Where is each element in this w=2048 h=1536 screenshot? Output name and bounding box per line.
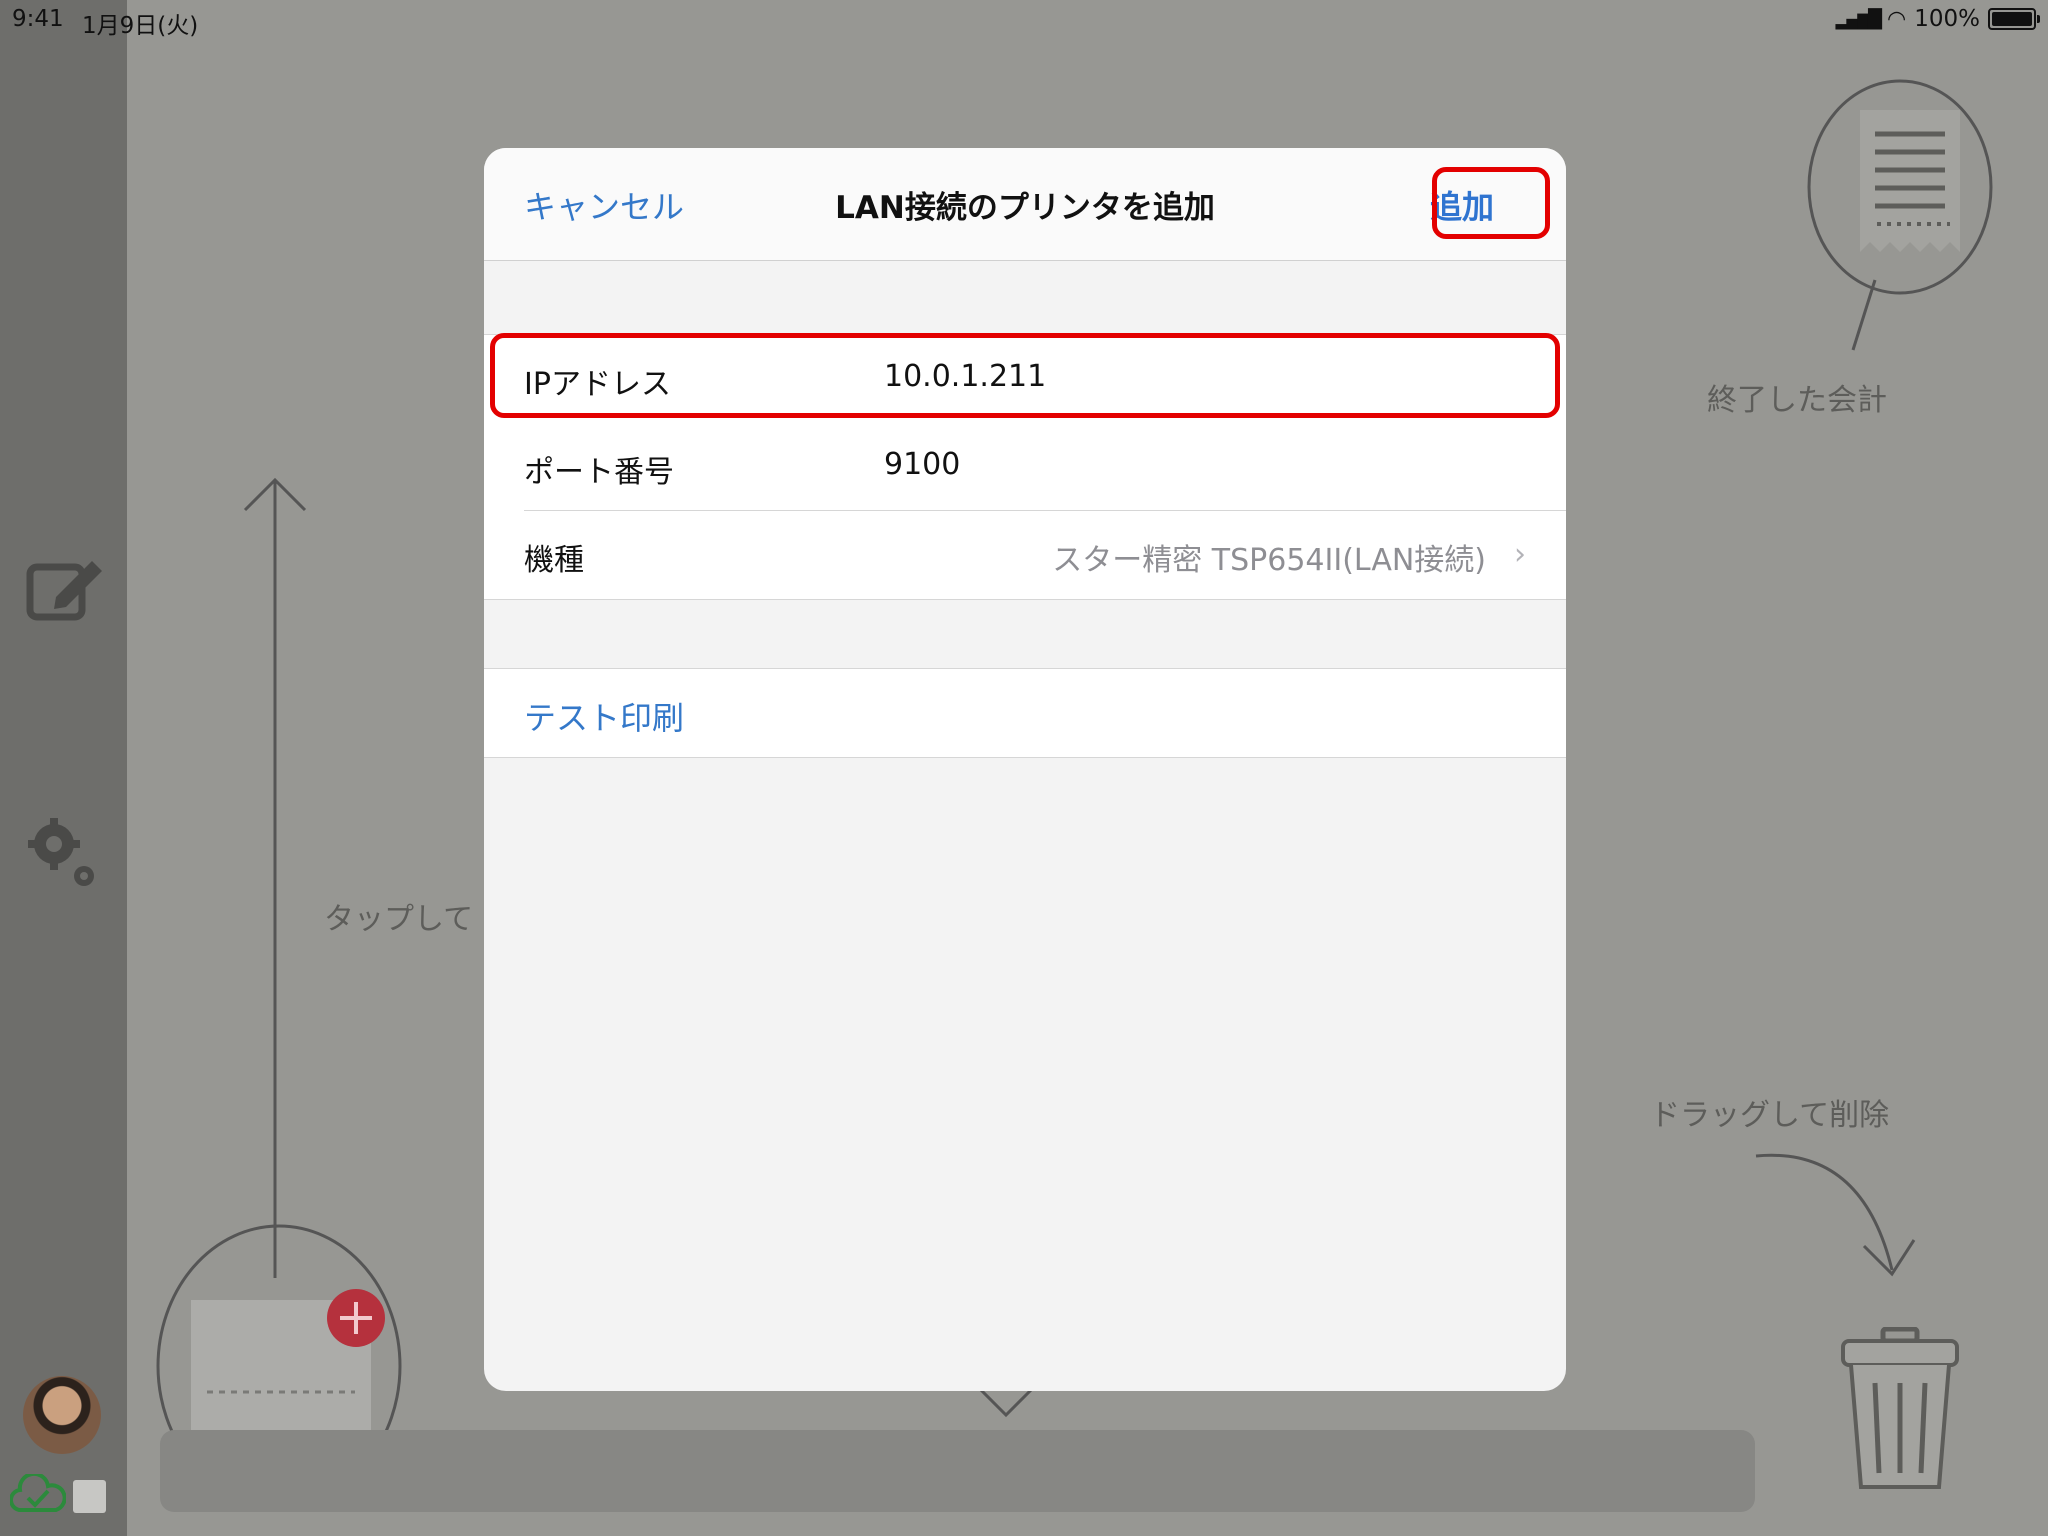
model-label: 機種: [524, 543, 584, 578]
wifi-icon: ◠: [1887, 6, 1907, 32]
sidebar: [0, 0, 127, 1536]
trash-icon: [1841, 1327, 1959, 1489]
finished-label: 終了した会計: [1707, 383, 1887, 418]
compose-icon[interactable]: [26, 555, 106, 625]
add-button-highlight: [1432, 167, 1550, 239]
cellular-signal-icon: ▂▄▆█: [1835, 8, 1882, 30]
port-label: ポート番号: [524, 455, 674, 490]
test-print-row[interactable]: テスト印刷: [484, 669, 1566, 757]
port-field[interactable]: 9100: [884, 447, 960, 482]
receipt-icon: [1807, 79, 1993, 351]
model-row[interactable]: 機種 スター精密 TSP654II(LAN接続) ›: [484, 511, 1566, 599]
chevron-right-icon: ›: [1514, 537, 1526, 572]
add-icon[interactable]: [326, 1288, 386, 1348]
port-row[interactable]: ポート番号 9100: [484, 423, 1566, 511]
avatar[interactable]: [23, 1376, 101, 1454]
status-right: ▂▄▆█ ◠ 100%: [1835, 6, 2040, 32]
status-time: 9:41: [12, 6, 64, 32]
test-print-group: テスト印刷: [484, 668, 1566, 758]
battery-percent: 100%: [1914, 6, 1980, 32]
dialog-navbar: キャンセル LAN接続のプリンタを追加 追加: [484, 148, 1566, 261]
status-bar: 9:41 1月9日(火) ▂▄▆█ ◠ 100%: [0, 0, 2048, 40]
curved-arrow: [1755, 1153, 1916, 1277]
test-print-button[interactable]: テスト印刷: [524, 693, 684, 739]
bottom-tray: [160, 1430, 1755, 1512]
dialog-title: LAN接続のプリンタを追加: [835, 190, 1215, 226]
model-value: スター精密 TSP654II(LAN接続): [1052, 543, 1486, 578]
status-square: [73, 1480, 106, 1513]
settings-icon[interactable]: [26, 816, 106, 896]
battery-icon: [1988, 8, 2040, 30]
up-arrow: [243, 477, 307, 1278]
add-printer-dialog: キャンセル LAN接続のプリンタを追加 追加 IPアドレス 10.0.1.211…: [484, 148, 1566, 1391]
cloud-sync-icon: [10, 1474, 66, 1513]
tap-label: タップして: [324, 902, 474, 937]
ip-address-highlight: [490, 333, 1560, 418]
drag-delete-label: ドラッグして削除: [1650, 1098, 1890, 1133]
status-date: 1月9日(火): [82, 13, 199, 39]
